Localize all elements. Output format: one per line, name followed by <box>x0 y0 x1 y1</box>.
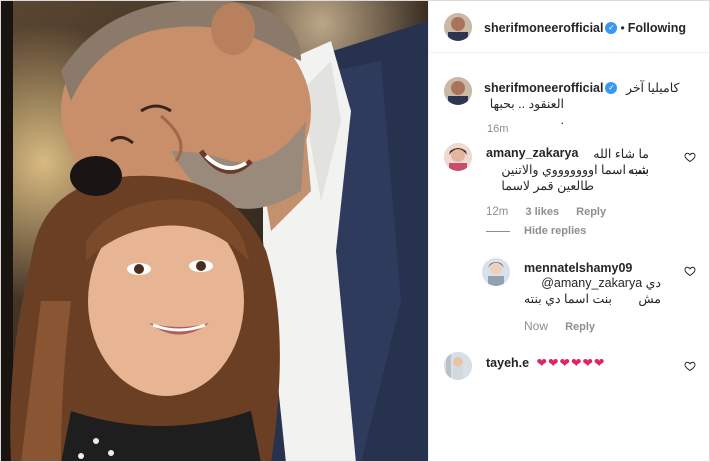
caption-username[interactable]: sherifmoneerofficial <box>484 81 603 95</box>
comment-text-line2: بنت اسما دي بنته <box>523 292 612 306</box>
verified-badge-icon: ✓ <box>605 81 618 94</box>
post-photo[interactable] <box>1 1 428 461</box>
post-header: sherifmoneerofficial ✓ • Following <box>429 1 709 53</box>
avatar[interactable] <box>444 352 472 380</box>
comments-panel: sherifmoneerofficial ✓ • Following sherifmo… <box>428 1 709 461</box>
comment-time: Now <box>524 319 549 333</box>
comment-text: ❤❤❤❤❤❤ <box>536 356 606 370</box>
comment-meta: 12m 3 likes Reply <box>486 206 620 218</box>
caption-line1: sherifmoneerofficial ✓ كاميليا آخر <box>484 79 699 97</box>
comment-text-line3: طالعين قمر لاسما <box>501 179 594 193</box>
hide-replies-label: Hide replies <box>524 225 587 237</box>
avatar-image <box>444 77 472 105</box>
comment-username[interactable]: mennatelshamy09 <box>524 261 632 275</box>
comment-meta: Now Reply <box>524 319 609 333</box>
avatar-image <box>444 352 472 380</box>
comment-username[interactable]: tayeh.e <box>486 356 529 370</box>
avatar[interactable] <box>444 13 472 41</box>
hide-replies-button[interactable]: Hide replies <box>486 225 586 237</box>
photo-illustration <box>1 1 428 461</box>
comment-likes[interactable]: 3 likes <box>525 206 559 218</box>
avatar-image <box>482 258 510 286</box>
avatar-image <box>444 13 472 41</box>
comment-time: 12m <box>486 206 509 218</box>
separator-dot: • <box>620 21 625 35</box>
avatar[interactable] <box>482 258 510 286</box>
verified-badge-icon: ✓ <box>605 21 618 34</box>
like-heart-icon[interactable] <box>684 360 696 372</box>
instagram-post: sherifmoneerofficial ✓ • Following sherifmo… <box>0 0 710 462</box>
comment-text-line2: بنت اسما اوووووووي والاتنين <box>501 163 649 177</box>
caption-meta: 16m <box>487 123 522 135</box>
like-heart-icon[interactable] <box>684 151 696 163</box>
avatar[interactable] <box>444 77 472 105</box>
reply-button[interactable]: Reply <box>576 206 606 218</box>
caption-text-line1: كاميليا آخر <box>625 81 680 95</box>
comment-username[interactable]: amany_zakarya <box>486 146 578 160</box>
divider-line <box>486 230 510 232</box>
reply-button[interactable]: Reply <box>565 321 595 333</box>
avatar-image <box>444 143 472 171</box>
following-button[interactable]: Following <box>628 21 686 35</box>
comment-line: tayeh.e ❤❤❤❤❤❤ <box>486 354 605 372</box>
avatar[interactable] <box>444 143 472 171</box>
caption-time: 16m <box>487 123 509 135</box>
like-heart-icon[interactable] <box>684 265 696 277</box>
header-line: sherifmoneerofficial ✓ • Following <box>484 19 686 37</box>
header-username[interactable]: sherifmoneerofficial <box>484 21 603 35</box>
